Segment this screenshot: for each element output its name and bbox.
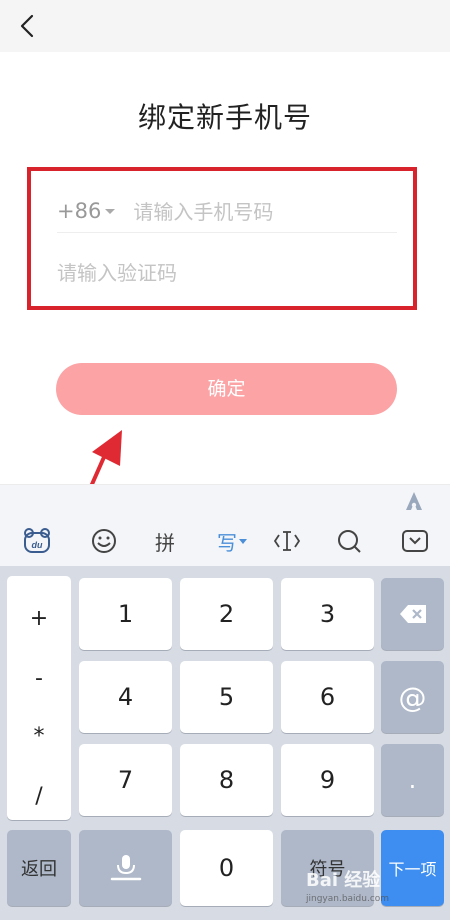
collapse-keyboard-icon[interactable] [400,526,430,556]
watermark-url: jingyan.baidu.com [306,894,390,904]
back-key[interactable]: 返回 [7,830,71,906]
emoji-icon[interactable] [90,526,118,556]
backspace-key[interactable] [381,578,444,650]
keyboard-toolbar: du 拼 写 [0,516,450,566]
backspace-icon [399,605,426,623]
key-7[interactable]: 7 [79,744,172,816]
key-at[interactable]: @ [381,661,444,733]
search-icon[interactable] [335,526,363,556]
cursor-icon[interactable] [272,526,302,556]
chevron-left-icon[interactable] [14,12,42,40]
key-4[interactable]: 4 [79,661,172,733]
key-multiply[interactable]: * [7,724,71,749]
key-9[interactable]: 9 [281,744,374,816]
country-code-selector[interactable]: +86 [57,199,101,223]
pinyin-mode[interactable]: 拼 [150,526,180,556]
verification-code-input[interactable]: 请输入验证码 [57,257,177,286]
microphone-icon [110,855,141,881]
assistant-icon[interactable] [402,489,426,513]
confirm-button[interactable]: 确定 [56,363,397,415]
key-1[interactable]: 1 [79,578,172,650]
phone-input[interactable]: 请输入手机号码 [133,196,273,225]
key-divide[interactable]: / [7,784,71,809]
voice-key[interactable] [79,830,172,906]
caret-down-icon [105,209,116,214]
phone-input-row[interactable]: +86 请输入手机号码 [57,189,397,233]
key-minus[interactable]: - [7,666,71,691]
key-5[interactable]: 5 [180,661,273,733]
phone-form: +86 请输入手机号码 请输入验证码 [27,167,417,310]
watermark-brand: Bai 经验 [306,870,381,891]
svg-text:du: du [32,540,43,550]
caret-down-icon [239,538,247,544]
top-bar [0,0,450,52]
pinyin-label: 拼 [155,530,175,555]
key-3[interactable]: 3 [281,578,374,650]
key-8[interactable]: 8 [180,744,273,816]
key-0[interactable]: 0 [180,830,273,906]
handwrite-mode[interactable]: 写 [212,526,252,556]
key-plus[interactable]: + [7,606,71,631]
code-input-row[interactable]: 请输入验证码 [57,251,397,291]
baidu-du-icon[interactable]: du [22,526,52,556]
page-title: 绑定新手机号 [137,101,312,134]
keyboard-suggestion-strip [0,484,450,516]
key-dot[interactable]: . [381,744,444,816]
key-6[interactable]: 6 [281,661,374,733]
key-2[interactable]: 2 [180,578,273,650]
watermark: Bai 经验 jingyan.baidu.com [306,866,446,916]
handwrite-label: 写 [217,530,237,555]
symbol-column[interactable]: + - * / [7,576,71,820]
